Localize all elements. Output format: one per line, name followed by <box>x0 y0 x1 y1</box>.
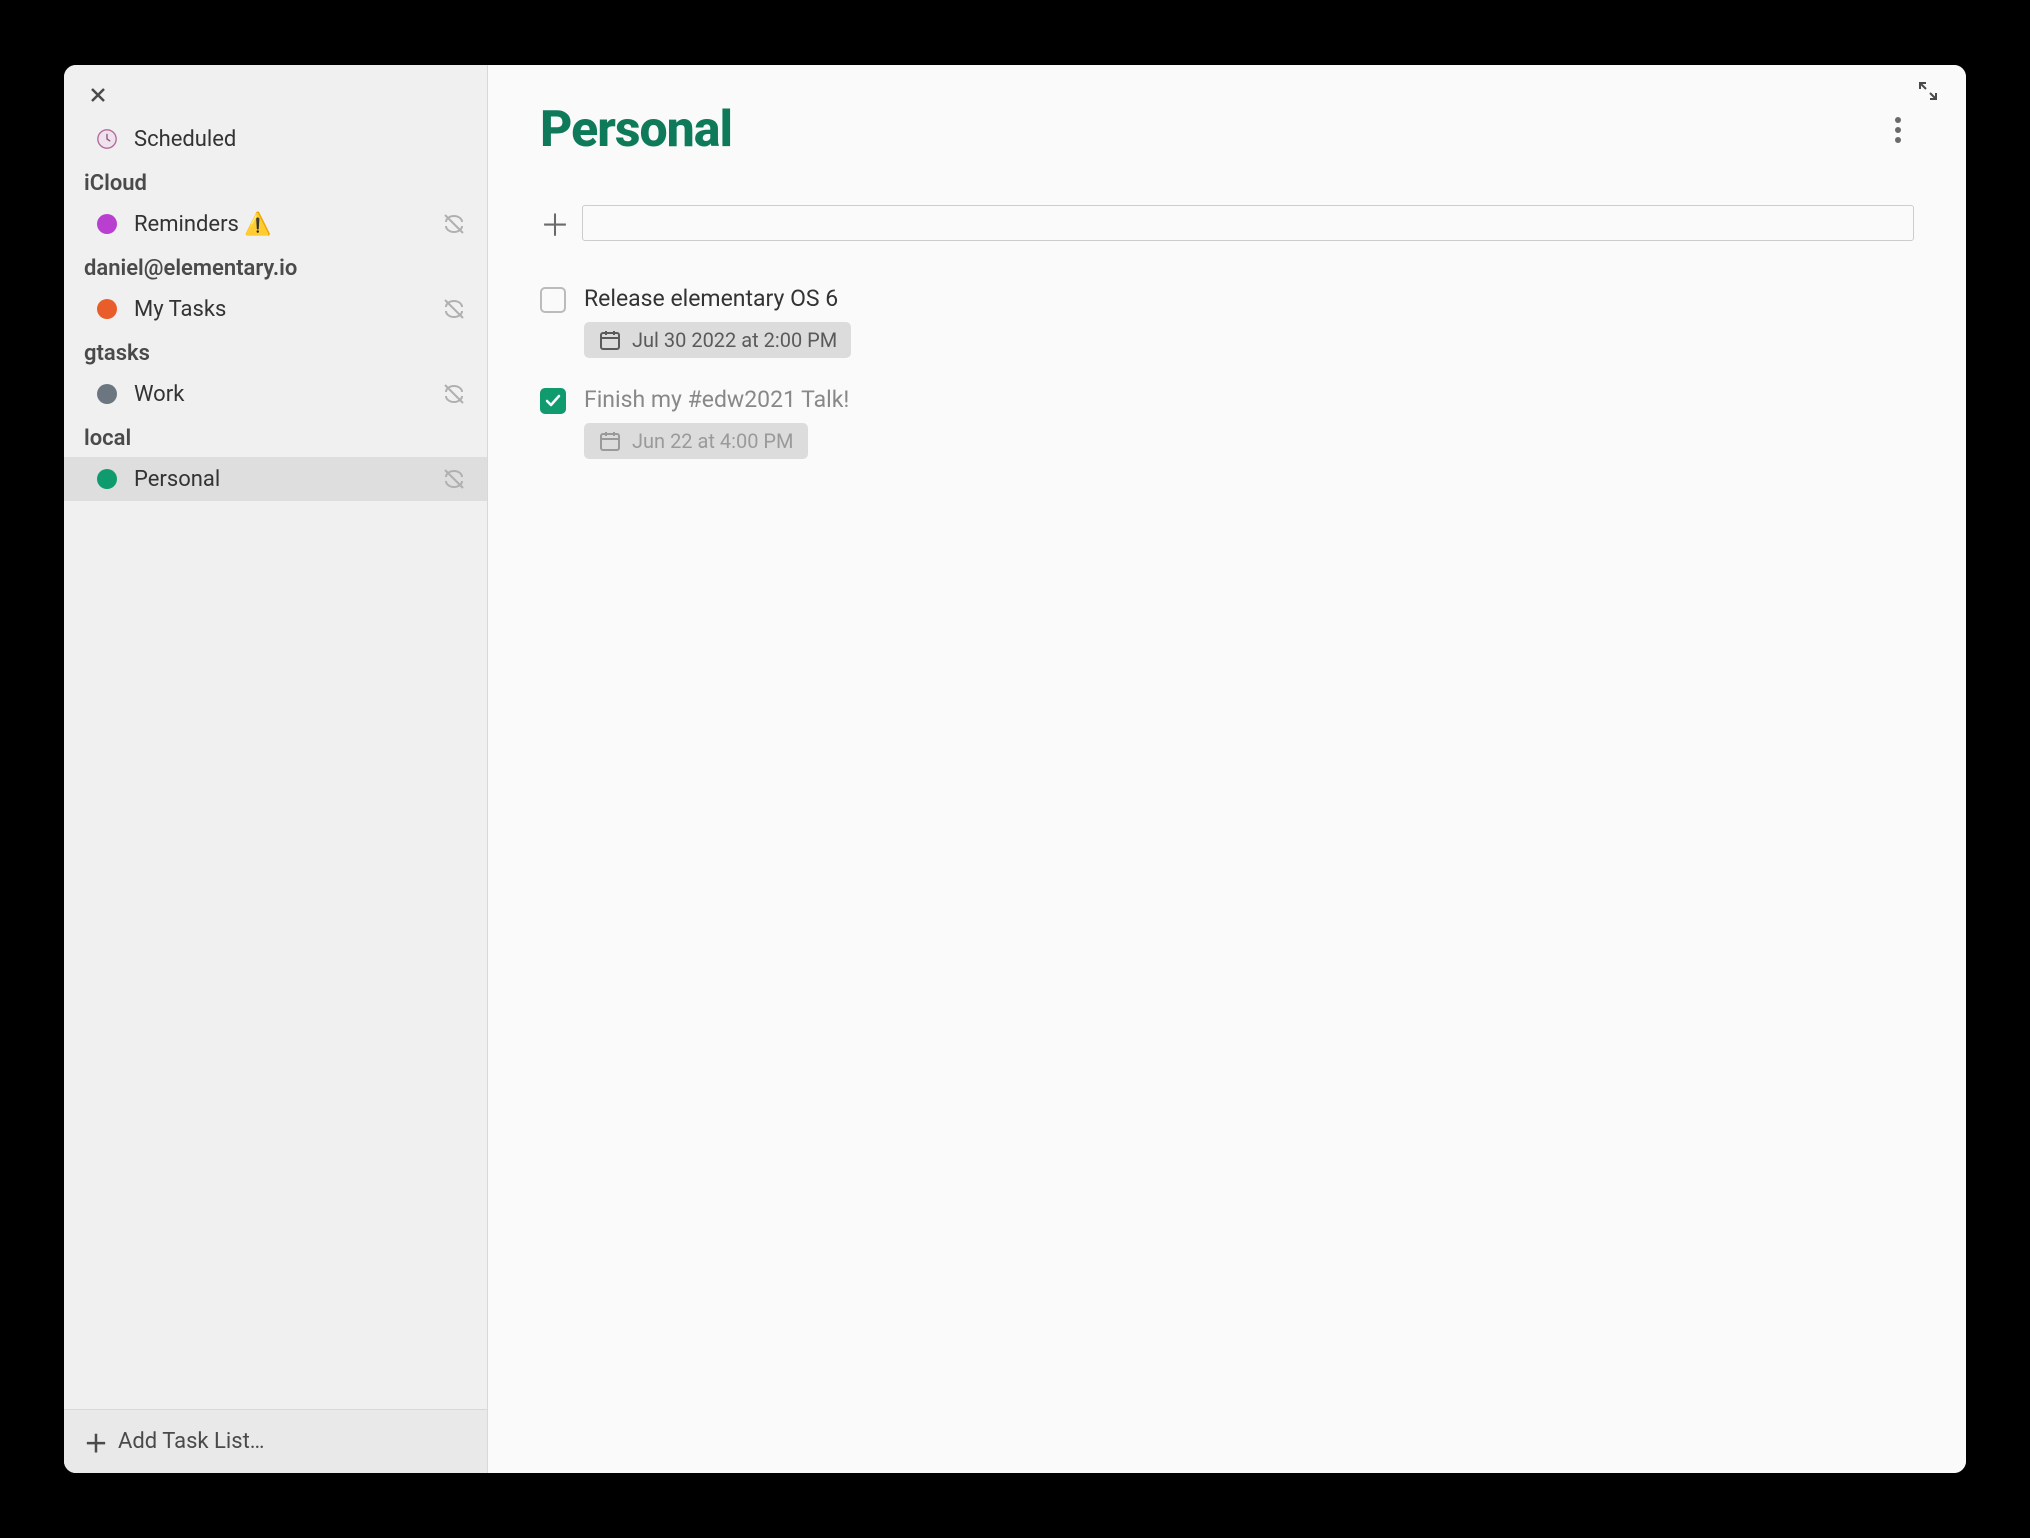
section-header: daniel@elementary.io <box>64 246 487 287</box>
app-window: Scheduled iCloud Reminders ⚠️ daniel@eleme… <box>64 65 1966 1473</box>
plus-icon: ＋ <box>540 201 564 245</box>
sidebar: Scheduled iCloud Reminders ⚠️ daniel@eleme… <box>64 65 488 1473</box>
list-color-icon <box>94 381 120 407</box>
maximize-button[interactable] <box>1918 81 1946 109</box>
kebab-icon <box>1894 114 1902 146</box>
sidebar-item-work[interactable]: Work <box>64 372 487 416</box>
sync-off-icon <box>441 211 467 237</box>
task-item[interactable]: Release elementary OS 6 Jul 30 2022 at 2:… <box>540 277 1914 378</box>
sidebar-content: Scheduled iCloud Reminders ⚠️ daniel@eleme… <box>64 65 487 1409</box>
section-header: iCloud <box>64 161 487 202</box>
add-task-list-label: Add Task List… <box>118 1429 265 1454</box>
task-checkbox[interactable] <box>540 287 566 313</box>
page-title: Personal <box>540 101 732 159</box>
new-task-row: ＋ <box>540 201 1914 245</box>
sidebar-item-label: My Tasks <box>134 297 441 322</box>
sidebar-item-label: Work <box>134 382 441 407</box>
list-color-icon <box>94 296 120 322</box>
sidebar-item-scheduled[interactable]: Scheduled <box>64 117 487 161</box>
maximize-icon <box>1918 81 1938 101</box>
sidebar-item-personal[interactable]: Personal <box>64 457 487 501</box>
sidebar-item-label: Reminders ⚠️ <box>134 212 441 237</box>
calendar-icon <box>598 429 622 453</box>
main-header: Personal <box>540 101 1914 159</box>
task-content: Release elementary OS 6 Jul 30 2022 at 2:… <box>584 285 1914 358</box>
task-title: Finish my #edw2021 Talk! <box>584 386 1914 413</box>
sidebar-item-reminders[interactable]: Reminders ⚠️ <box>64 202 487 246</box>
task-date-chip[interactable]: Jul 30 2022 at 2:00 PM <box>584 322 851 358</box>
main-panel: Personal ＋ Release elementary OS 6 Jul 30… <box>488 65 1966 1473</box>
add-task-list-button[interactable]: ＋ Add Task List… <box>64 1409 487 1473</box>
task-item[interactable]: Finish my #edw2021 Talk! Jun 22 at 4:00 P… <box>540 378 1914 479</box>
new-task-input[interactable] <box>582 205 1914 241</box>
task-date-chip[interactable]: Jun 22 at 4:00 PM <box>584 423 808 459</box>
sync-off-icon <box>441 296 467 322</box>
sidebar-item-label: Personal <box>134 467 441 492</box>
close-button[interactable] <box>84 81 112 109</box>
clock-icon <box>94 126 120 152</box>
task-date-text: Jun 22 at 4:00 PM <box>632 429 794 453</box>
sidebar-item-my-tasks[interactable]: My Tasks <box>64 287 487 331</box>
sync-off-icon <box>441 381 467 407</box>
scheduled-label: Scheduled <box>134 127 467 152</box>
tasks-list: Release elementary OS 6 Jul 30 2022 at 2:… <box>540 277 1914 479</box>
close-icon <box>90 87 106 103</box>
list-color-icon <box>94 211 120 237</box>
plus-icon: ＋ <box>84 1424 104 1459</box>
section-header: local <box>64 416 487 457</box>
task-title: Release elementary OS 6 <box>584 285 1914 312</box>
task-date-text: Jul 30 2022 at 2:00 PM <box>632 328 837 352</box>
task-content: Finish my #edw2021 Talk! Jun 22 at 4:00 P… <box>584 386 1914 459</box>
section-header: gtasks <box>64 331 487 372</box>
task-checkbox[interactable] <box>540 388 566 414</box>
more-menu-button[interactable] <box>1882 109 1914 151</box>
sync-off-icon <box>441 466 467 492</box>
list-color-icon <box>94 466 120 492</box>
calendar-icon <box>598 328 622 352</box>
